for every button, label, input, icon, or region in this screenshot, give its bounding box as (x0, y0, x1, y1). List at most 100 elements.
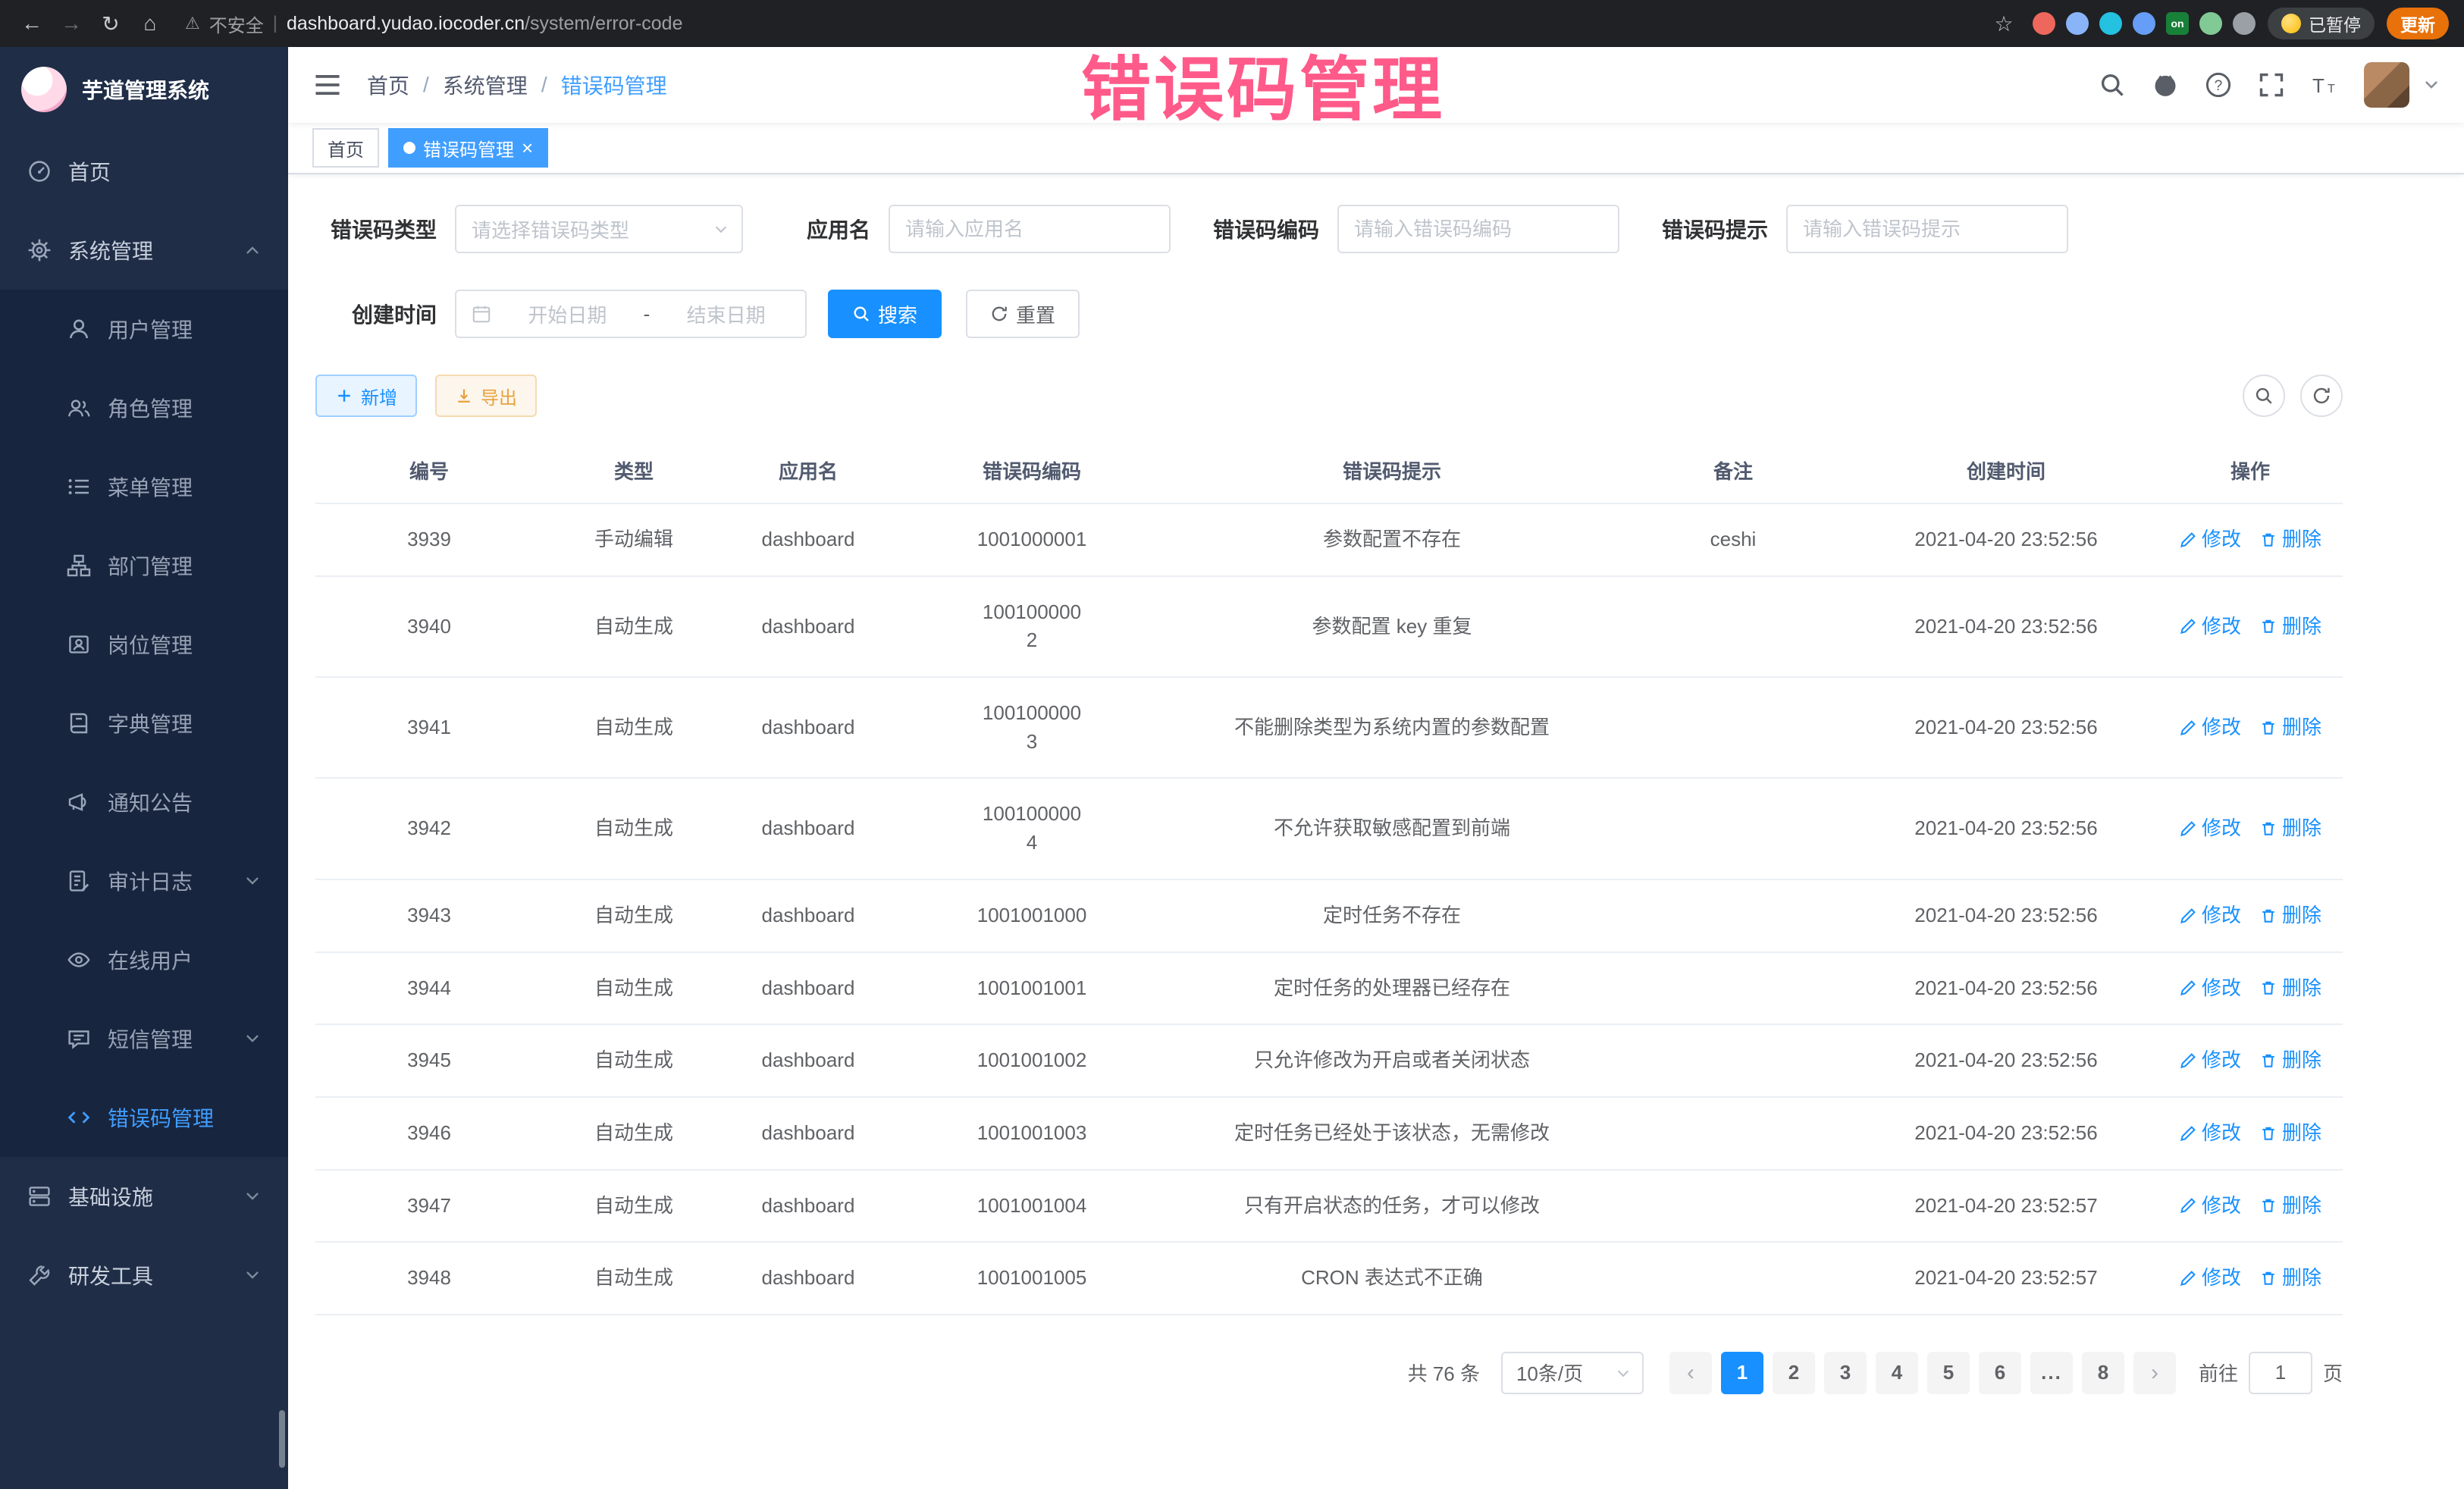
export-button[interactable]: 导出 (435, 375, 537, 417)
tab-error-code[interactable]: 错误码管理× (388, 128, 548, 168)
cell-id: 3941 (315, 692, 543, 763)
delete-link[interactable]: 删除 (2259, 713, 2321, 742)
edit-link[interactable]: 修改 (2179, 1192, 2241, 1221)
page-button-5[interactable]: 5 (1927, 1352, 1970, 1394)
page-button-3[interactable]: 3 (1824, 1352, 1867, 1394)
page-button-8[interactable]: 8 (2082, 1352, 2124, 1394)
paused-badge[interactable]: 已暂停 (2268, 8, 2375, 39)
edit-link[interactable]: 修改 (2179, 1264, 2241, 1293)
sidebar-item-dept[interactable]: 部门管理 (0, 526, 288, 605)
tab-home[interactable]: 首页 (312, 128, 379, 168)
refresh-button[interactable] (2300, 375, 2343, 417)
sidebar-item-role[interactable]: 角色管理 (0, 368, 288, 447)
page-button-2[interactable]: 2 (1773, 1352, 1815, 1394)
logo[interactable]: 芋道管理系统 (0, 47, 288, 132)
edit-link[interactable]: 修改 (2179, 974, 2241, 1003)
browser-toolbar-right: ☆ on 已暂停 更新 (1987, 7, 2449, 40)
bookmark-star-icon[interactable]: ☆ (1987, 7, 2020, 40)
breadcrumb-item[interactable]: 首页 (367, 70, 409, 100)
avatar-caret-icon[interactable] (2423, 77, 2440, 93)
page-button-4[interactable]: 4 (1876, 1352, 1918, 1394)
create-time-label: 创建时间 (315, 299, 455, 329)
ext-leaf-icon[interactable] (2199, 12, 2222, 35)
toggle-search-button[interactable] (2243, 375, 2285, 417)
sidebar-item-user[interactable]: 用户管理 (0, 290, 288, 368)
page-button-6[interactable]: 6 (1979, 1352, 2021, 1394)
chevron-down-icon (713, 221, 729, 237)
ext-record-icon[interactable] (2033, 12, 2055, 35)
date-range-picker[interactable]: 开始日期 - 结束日期 (455, 290, 807, 338)
app-name-input[interactable] (889, 205, 1171, 253)
post-icon (67, 632, 91, 657)
help-icon[interactable]: ? (2205, 71, 2232, 99)
sidebar-item-menu[interactable]: 菜单管理 (0, 447, 288, 526)
prev-page-button[interactable]: ‹ (1669, 1352, 1712, 1394)
hamburger-icon[interactable] (312, 70, 343, 100)
address-bar[interactable]: ⚠ 不安全 | dashboard.yudao.iocoder.cn/syste… (185, 11, 682, 37)
page-size-select[interactable]: 10条/页 (1501, 1352, 1644, 1394)
cell-operations: 修改删除 (2158, 1025, 2343, 1096)
sidebar-item-home[interactable]: 首页 (0, 132, 288, 211)
sidebar-item-dict[interactable]: 字典管理 (0, 684, 288, 763)
github-icon[interactable] (2152, 71, 2179, 99)
cell-id: 3945 (315, 1025, 543, 1096)
navbar-right: ? TT (2099, 62, 2440, 108)
goto-page-input[interactable] (2249, 1352, 2312, 1394)
edit-label: 修改 (2202, 713, 2241, 742)
error-type-select[interactable]: 请选择错误码类型 (455, 205, 743, 253)
close-icon[interactable]: × (522, 138, 533, 158)
delete-link[interactable]: 删除 (2259, 814, 2321, 843)
sidebar-item-dev-tools[interactable]: 研发工具 (0, 1236, 288, 1315)
sidebar-item-sms[interactable]: 短信管理 (0, 999, 288, 1078)
delete-link[interactable]: 删除 (2259, 525, 2321, 554)
add-button[interactable]: 新增 (315, 375, 417, 417)
next-page-button[interactable]: › (2133, 1352, 2176, 1394)
page-button-1[interactable]: 1 (1721, 1352, 1763, 1394)
reset-button[interactable]: 重置 (966, 290, 1080, 338)
error-msg-input[interactable] (1786, 205, 2068, 253)
ext-paw-icon[interactable] (2233, 12, 2256, 35)
sidebar-item-post[interactable]: 岗位管理 (0, 605, 288, 684)
breadcrumb-item[interactable]: 系统管理 (443, 70, 528, 100)
ext-on-badge-icon[interactable]: on (2166, 12, 2189, 35)
edit-link[interactable]: 修改 (2179, 613, 2241, 641)
avatar[interactable] (2364, 62, 2409, 108)
ext-drop-icon[interactable] (2066, 12, 2089, 35)
cell-type: 自动生成 (543, 953, 725, 1024)
edit-link[interactable]: 修改 (2179, 713, 2241, 742)
cell-operations: 修改删除 (2158, 692, 2343, 763)
forward-icon[interactable]: → (55, 7, 88, 40)
sidebar-item-online-user[interactable]: 在线用户 (0, 920, 288, 999)
ext-grid-icon[interactable] (2133, 12, 2155, 35)
more-pages-button[interactable]: ... (2030, 1352, 2073, 1394)
edit-link[interactable]: 修改 (2179, 1046, 2241, 1075)
sidebar-item-audit-log[interactable]: 审计日志 (0, 842, 288, 920)
sidebar-item-system[interactable]: 系统管理 (0, 211, 288, 290)
sidebar-item-notice[interactable]: 通知公告 (0, 763, 288, 842)
sidebar-item-error-code[interactable]: 错误码管理 (0, 1078, 288, 1157)
home-icon[interactable]: ⌂ (133, 7, 167, 40)
font-size-icon[interactable]: TT (2311, 71, 2338, 99)
search-icon[interactable] (2099, 71, 2126, 99)
edit-link[interactable]: 修改 (2179, 1119, 2241, 1148)
delete-link[interactable]: 删除 (2259, 613, 2321, 641)
reload-icon[interactable]: ↻ (94, 7, 127, 40)
delete-link[interactable]: 删除 (2259, 1046, 2321, 1075)
sidebar-scrollbar[interactable] (279, 1410, 285, 1468)
edit-link[interactable]: 修改 (2179, 814, 2241, 843)
edit-link[interactable]: 修改 (2179, 525, 2241, 554)
sidebar-item-infra[interactable]: 基础设施 (0, 1157, 288, 1236)
fullscreen-icon[interactable] (2258, 71, 2285, 99)
delete-link[interactable]: 删除 (2259, 1119, 2321, 1148)
back-icon[interactable]: ← (15, 7, 49, 40)
error-code-input[interactable] (1337, 205, 1619, 253)
delete-link[interactable]: 删除 (2259, 901, 2321, 930)
delete-link[interactable]: 删除 (2259, 1192, 2321, 1221)
search-button[interactable]: 搜索 (828, 290, 942, 338)
delete-link[interactable]: 删除 (2259, 974, 2321, 1003)
edit-link[interactable]: 修改 (2179, 901, 2241, 930)
delete-link[interactable]: 删除 (2259, 1264, 2321, 1293)
delete-label: 删除 (2282, 1119, 2321, 1148)
update-button[interactable]: 更新 (2387, 8, 2449, 39)
ext-teal-check-icon[interactable] (2099, 12, 2122, 35)
